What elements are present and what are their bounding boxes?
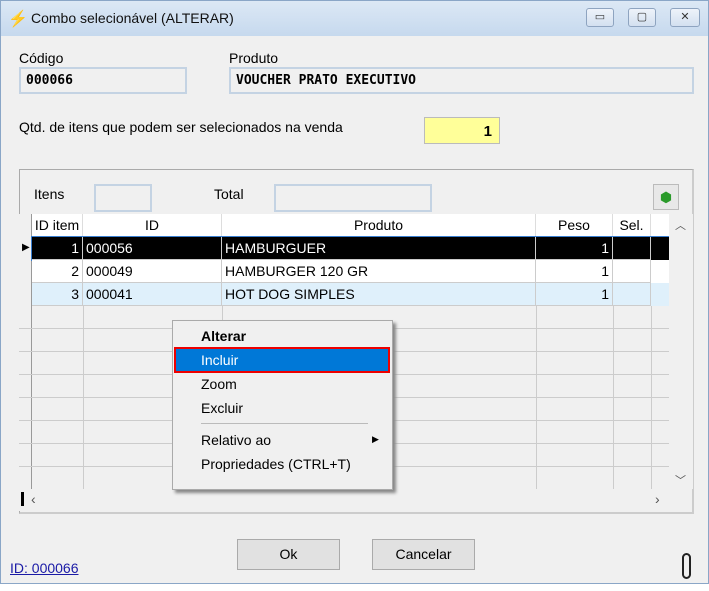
itens-field[interactable] xyxy=(94,184,152,212)
column-header-sel[interactable]: Sel. xyxy=(613,214,651,237)
cell-produto: HOT DOG SIMPLES xyxy=(222,283,536,306)
window-title: Combo selecionável (ALTERAR) xyxy=(31,10,234,26)
menu-item-incluir[interactable]: Incluir xyxy=(201,352,238,368)
cell-id: 000041 xyxy=(83,283,222,306)
cell-peso: 1 xyxy=(536,283,613,306)
cancel-button[interactable]: Cancelar xyxy=(372,539,475,570)
cell-peso: 1 xyxy=(536,237,613,260)
cell-id-item: 2 xyxy=(32,260,83,283)
scroll-up-icon[interactable]: ︿ xyxy=(675,217,686,233)
refresh-icon-button[interactable]: ⬢ xyxy=(653,184,679,210)
itens-label: Itens xyxy=(34,186,65,202)
scroll-left-icon[interactable]: ‹ xyxy=(31,491,36,507)
close-button[interactable]: ✕ xyxy=(670,8,700,27)
column-header-peso[interactable]: Peso xyxy=(536,214,613,237)
table-row[interactable]: 1 000056 HAMBURGUER 1 xyxy=(31,236,670,261)
menu-separator xyxy=(201,423,368,424)
maximize-button[interactable]: ▢ xyxy=(628,8,656,27)
table-row[interactable]: 3 000041 HOT DOG SIMPLES 1 xyxy=(32,283,669,306)
cell-id: 000056 xyxy=(83,237,222,260)
cell-sel xyxy=(613,237,651,260)
cell-sel xyxy=(613,260,651,283)
column-header-id-item[interactable]: ID item xyxy=(32,214,83,237)
qtd-field[interactable]: 1 xyxy=(424,117,500,144)
ok-button[interactable]: Ok xyxy=(237,539,340,570)
submenu-arrow-icon: ▶ xyxy=(372,434,379,444)
horizontal-scrollbar[interactable]: ‹ › xyxy=(19,489,669,511)
vertical-scrollbar[interactable]: ︿ ﹀ xyxy=(669,214,693,489)
header-filler xyxy=(651,214,669,237)
current-row-pointer-icon: ▶ xyxy=(22,242,30,253)
cell-id-item: 1 xyxy=(32,237,83,260)
qtd-label: Qtd. de itens que podem ser selecionados… xyxy=(19,119,343,135)
cell-produto: HAMBURGER 120 GR xyxy=(222,260,536,283)
paperclip-icon[interactable] xyxy=(682,553,691,579)
minimize-button[interactable]: ▭ xyxy=(586,8,614,27)
total-field[interactable] xyxy=(274,184,432,212)
cell-sel xyxy=(613,283,651,306)
cell-id: 000049 xyxy=(83,260,222,283)
cell-id-item: 3 xyxy=(32,283,83,306)
cell-produto: HAMBURGUER xyxy=(222,237,536,260)
scroll-right-icon[interactable]: › xyxy=(655,491,660,507)
codigo-field[interactable]: 000066 xyxy=(19,67,187,94)
column-header-id[interactable]: ID xyxy=(83,214,222,237)
menu-item-relativo-ao[interactable]: Relativo ao xyxy=(201,432,271,448)
scroll-down-icon[interactable]: ﹀ xyxy=(675,472,686,488)
dialog-window: ⚡ Combo selecionável (ALTERAR) ▭ ▢ ✕ Cód… xyxy=(0,0,709,584)
app-logo-icon: ⚡ xyxy=(8,11,28,28)
codigo-label: Código xyxy=(19,50,64,66)
title-bar: ⚡ Combo selecionável (ALTERAR) ▭ ▢ ✕ xyxy=(1,1,708,36)
column-header-produto[interactable]: Produto xyxy=(222,214,536,237)
menu-item-propriedades[interactable]: Propriedades (CTRL+T) xyxy=(201,456,351,472)
table-row[interactable]: 2 000049 HAMBURGER 120 GR 1 xyxy=(32,260,669,283)
produto-field[interactable]: VOUCHER PRATO EXECUTIVO xyxy=(229,67,694,94)
row-marker xyxy=(21,492,24,506)
menu-item-excluir[interactable]: Excluir xyxy=(201,400,243,416)
id-link[interactable]: ID: 000066 xyxy=(10,560,79,576)
total-label: Total xyxy=(214,186,244,202)
menu-item-zoom[interactable]: Zoom xyxy=(201,376,237,392)
context-menu: Alterar Incluir Zoom Excluir Relativo ao… xyxy=(172,320,393,490)
cell-peso: 1 xyxy=(536,260,613,283)
produto-label: Produto xyxy=(229,50,279,66)
menu-item-alterar[interactable]: Alterar xyxy=(201,328,246,344)
